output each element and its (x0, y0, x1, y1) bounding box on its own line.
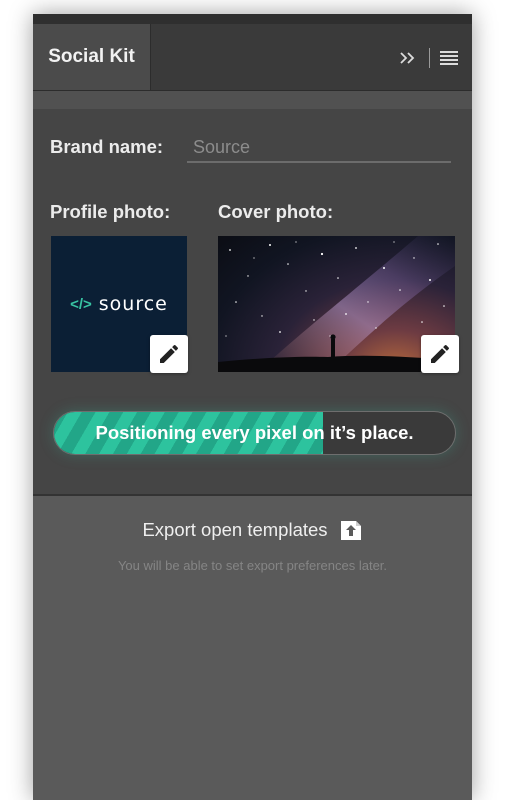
starry-night-image (218, 236, 455, 372)
export-icon (340, 521, 361, 540)
export-label: Export open templates (142, 519, 328, 540)
pencil-icon (160, 344, 179, 363)
brand-name-label: Brand name: (50, 136, 164, 157)
cover-photo-thumbnail[interactable] (218, 236, 455, 372)
source-logo: </> source (70, 293, 168, 315)
header-icons (397, 44, 458, 72)
menu-icon[interactable] (440, 51, 458, 65)
progress-text: Positioning every pixel on it’s place. (95, 422, 414, 443)
tab-label: Social Kit (48, 46, 135, 67)
brand-name-input[interactable] (187, 133, 451, 163)
cover-photo-label: Cover photo: (218, 201, 334, 222)
code-icon: </> (70, 295, 92, 313)
export-hint: You will be able to set export preferenc… (117, 558, 388, 573)
edit-cover-photo-button[interactable] (421, 335, 459, 373)
logo-text: source (98, 293, 168, 315)
export-section: Export open templates You will be able t… (33, 496, 472, 800)
edit-profile-photo-button[interactable] (150, 335, 188, 373)
expand-icon[interactable] (397, 47, 419, 69)
progress-bar: Positioning every pixel on it’s place. (53, 411, 456, 455)
header-divider (429, 48, 430, 68)
panel-top-bar (33, 14, 472, 24)
export-button[interactable]: Export open templates (33, 518, 472, 542)
tab-social-kit[interactable]: Social Kit (33, 24, 151, 90)
settings-form: Brand name: Profile photo: Cover photo: … (33, 109, 472, 494)
panel-header: Social Kit (33, 24, 472, 91)
profile-photo-label: Profile photo: (50, 201, 171, 222)
header-strip (33, 91, 472, 109)
social-kit-panel: Social Kit Brand name: Profile photo: Co… (33, 14, 472, 800)
pencil-icon (431, 344, 450, 363)
